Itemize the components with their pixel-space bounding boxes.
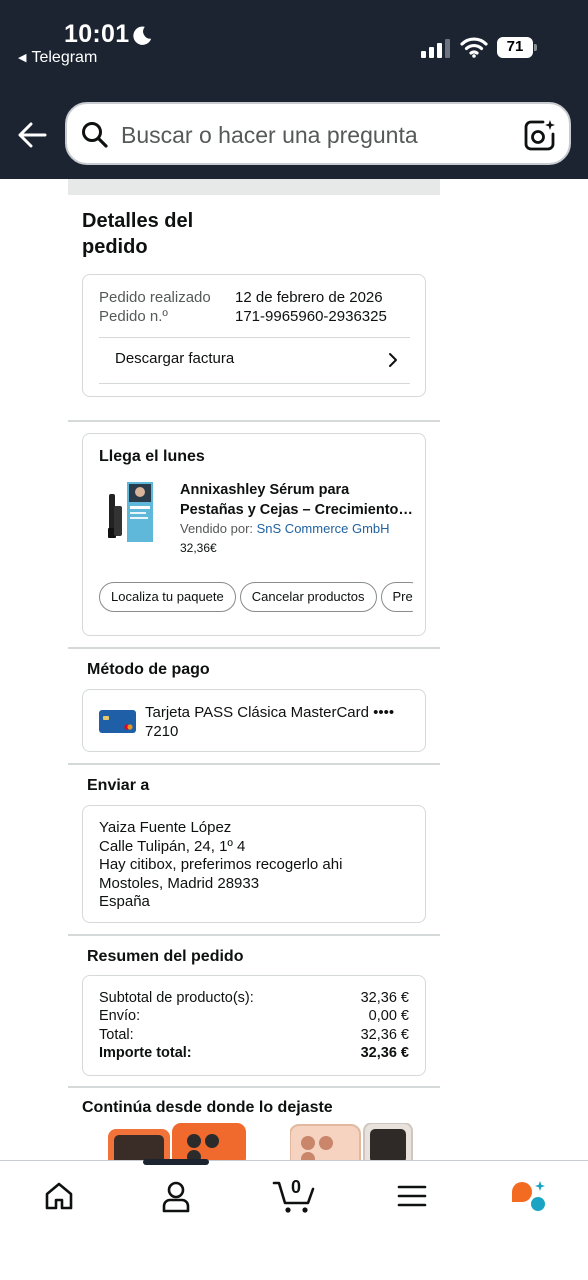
order-placed-value: 12 de febrero de 2026 xyxy=(235,289,383,306)
shipping-label: Envío: xyxy=(99,1008,141,1024)
product-name-line1: Annixashley Sérum para xyxy=(180,482,350,498)
status-time: 10:01 xyxy=(64,20,130,48)
credit-card-icon xyxy=(99,710,136,733)
section-separator xyxy=(68,647,440,649)
shipping-value: 0,00 € xyxy=(368,1008,409,1024)
total-label: Total: xyxy=(99,1027,134,1043)
seller-link[interactable]: SnS Commerce GmbH xyxy=(257,521,390,536)
cellular-signal-icon xyxy=(421,39,450,58)
battery-percent: 71 xyxy=(506,38,524,55)
address-line: Calle Tulipán, 24, 1º 4 xyxy=(99,838,246,855)
back-arrow-icon[interactable] xyxy=(16,119,48,151)
subtotal-label: Subtotal de producto(s): xyxy=(99,990,254,1006)
section-separator xyxy=(68,934,440,936)
seller-prefix: Vendido por: xyxy=(180,521,257,536)
grand-total-value: 32,36 € xyxy=(360,1045,409,1061)
delivery-card: Llega el lunes Annixashley Sérum para Pe… xyxy=(82,433,426,636)
camera-lens-icon[interactable] xyxy=(523,118,557,152)
total-value: 32,36 € xyxy=(360,1027,409,1043)
address-line: Hay citibox, preferimos recogerlo ahi xyxy=(99,856,343,873)
order-content: Detalles del pedido Pedido realizado 12 … xyxy=(68,179,440,1161)
account-icon[interactable] xyxy=(161,1181,191,1213)
section-separator xyxy=(68,420,440,422)
section-separator xyxy=(68,763,440,765)
address-line: Yaiza Fuente López xyxy=(99,819,232,836)
search-input[interactable] xyxy=(121,120,501,150)
recommended-product-image[interactable] xyxy=(290,1123,414,1161)
product-name-link[interactable]: Annixashley Sérum para Pestañas y Cejas … xyxy=(180,480,416,520)
payment-card-line1: Tarjeta PASS Clásica MasterCard •••• xyxy=(145,704,395,721)
download-invoice-link[interactable]: Descargar factura xyxy=(99,337,410,383)
seller-info: Vendido por: SnS Commerce GmbH xyxy=(180,521,390,536)
product-image[interactable] xyxy=(103,480,163,546)
search-bar[interactable] xyxy=(65,102,571,165)
payment-method-title: Método de pago xyxy=(87,661,210,678)
cancel-items-button[interactable]: Cancelar productos xyxy=(239,582,377,612)
order-summary-title: Resumen del pedido xyxy=(87,948,244,965)
continue-shopping-title: Continúa desde donde lo dejaste xyxy=(82,1099,333,1116)
subtotal-value: 32,36 € xyxy=(360,990,409,1006)
bottom-navigation: 0 xyxy=(0,1160,588,1280)
recommended-product-image[interactable] xyxy=(108,1123,248,1161)
order-details-title: Detalles del pedido xyxy=(82,210,194,258)
search-icon xyxy=(82,122,108,148)
order-number-label: Pedido n.º xyxy=(99,308,168,325)
grand-total-label: Importe total: xyxy=(99,1045,192,1061)
divider xyxy=(99,383,410,384)
order-placed-label: Pedido realizado xyxy=(99,289,211,306)
download-invoice-label: Descargar factura xyxy=(115,350,235,367)
order-details-card: Pedido realizado 12 de febrero de 2026 P… xyxy=(82,274,426,397)
menu-icon[interactable] xyxy=(397,1184,427,1208)
more-action-button[interactable]: Pre xyxy=(380,582,413,612)
back-to-app-link[interactable]: ◀ Telegram xyxy=(18,49,97,67)
app-header: 10:01 ◀ Telegram 71 xyxy=(0,0,588,179)
collapsed-header-strip xyxy=(68,179,440,195)
cart-count: 0 xyxy=(291,1177,302,1197)
rufus-icon[interactable] xyxy=(510,1180,548,1212)
back-triangle-icon: ◀ xyxy=(18,52,27,64)
delivery-title: Llega el lunes xyxy=(99,448,205,465)
ship-to-title: Enviar a xyxy=(87,777,150,794)
home-icon[interactable] xyxy=(44,1181,74,1211)
moon-icon xyxy=(133,26,152,45)
payment-card-line2: 7210 xyxy=(145,723,179,740)
shipping-address-card: Yaiza Fuente López Calle Tulipán, 24, 1º… xyxy=(82,805,426,923)
chevron-right-icon xyxy=(389,353,397,367)
battery-indicator: 71 xyxy=(497,37,537,58)
order-number-value: 171-9965960-2936325 xyxy=(235,308,387,325)
section-separator xyxy=(68,1086,440,1088)
address-line: España xyxy=(99,893,150,910)
home-indicator xyxy=(143,1159,209,1165)
payment-card-text: Tarjeta PASS Clásica MasterCard •••• 721… xyxy=(145,703,405,741)
wifi-icon xyxy=(460,37,488,58)
address-line: Mostoles, Madrid 28933 xyxy=(99,875,260,892)
product-price: 32,36€ xyxy=(180,541,217,555)
order-summary-card: Subtotal de producto(s): 32,36 € Envío: … xyxy=(82,975,426,1076)
track-package-button[interactable]: Localiza tu paquete xyxy=(99,582,236,612)
back-app-label: Telegram xyxy=(31,49,98,66)
delivery-actions: Localiza tu paquete Cancelar productos Pre xyxy=(99,582,413,612)
payment-card: Tarjeta PASS Clásica MasterCard •••• 721… xyxy=(82,689,426,752)
product-name-line2: Pestañas y Cejas – Crecimiento… xyxy=(180,502,413,518)
